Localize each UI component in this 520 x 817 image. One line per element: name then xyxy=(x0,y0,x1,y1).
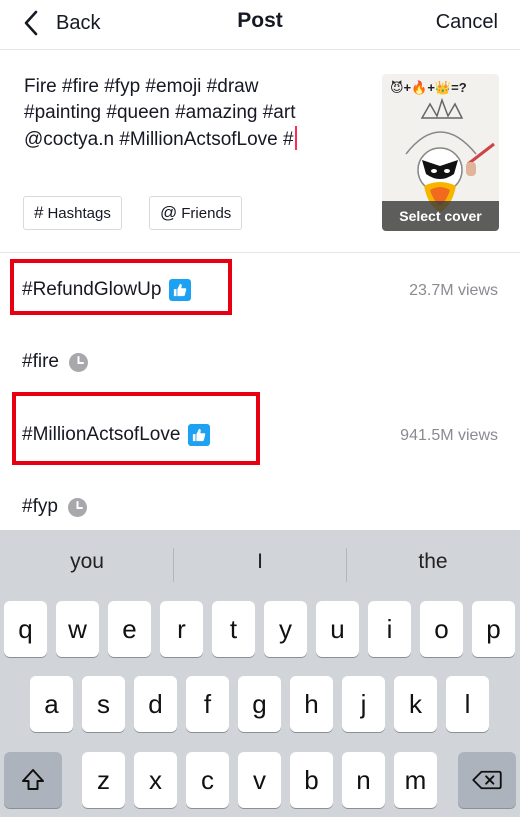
hashtag-label: #MillionActsofLove xyxy=(22,424,181,445)
key[interactable]: n xyxy=(342,752,385,808)
hashtag-suggestion-millionactsoflove[interactable]: #MillionActsofLove xyxy=(22,424,211,446)
key[interactable]: a xyxy=(30,676,73,732)
key[interactable]: m xyxy=(394,752,437,808)
key[interactable]: o xyxy=(420,601,463,657)
key[interactable]: t xyxy=(212,601,255,657)
prediction-divider xyxy=(346,548,347,582)
cover-thumbnail[interactable]: 😈+🔥+👑=? Select cover xyxy=(382,74,499,231)
key[interactable]: l xyxy=(446,676,489,732)
key[interactable]: b xyxy=(290,752,333,808)
delete-key[interactable] xyxy=(458,752,516,808)
caption-input[interactable]: Fire #fire #fyp #emoji #draw #painting #… xyxy=(24,74,364,153)
caption-line: @coctya.n #MillionActsofLove # xyxy=(24,129,294,150)
key[interactable]: c xyxy=(186,752,229,808)
key[interactable]: u xyxy=(316,601,359,657)
prediction-word[interactable]: you xyxy=(2,550,172,574)
text-caret xyxy=(294,126,297,150)
hashtags-button[interactable]: # Hashtags xyxy=(23,196,122,230)
hashtag-label: #fyp xyxy=(22,496,58,517)
key[interactable]: p xyxy=(472,601,515,657)
page-title: Post xyxy=(237,9,283,32)
key[interactable]: z xyxy=(82,752,125,808)
key[interactable]: s xyxy=(82,676,125,732)
key[interactable]: q xyxy=(4,601,47,657)
key[interactable]: y xyxy=(264,601,307,657)
hashtag-suggestion-refundglowup[interactable]: #RefundGlowUp xyxy=(22,279,192,301)
views-count: 23.7M views xyxy=(409,282,498,299)
shift-key[interactable] xyxy=(4,752,62,808)
key[interactable]: f xyxy=(186,676,229,732)
select-cover-button[interactable]: Select cover xyxy=(382,201,499,231)
views-count: 941.5M views xyxy=(400,427,498,444)
chevron-left-icon xyxy=(24,10,38,36)
key[interactable]: h xyxy=(290,676,333,732)
clock-icon xyxy=(67,497,87,517)
back-button[interactable]: Back xyxy=(22,9,100,37)
clock-icon xyxy=(68,352,88,372)
key[interactable]: g xyxy=(238,676,281,732)
key[interactable]: k xyxy=(394,676,437,732)
at-sign-icon: @ xyxy=(160,203,178,222)
backspace-icon xyxy=(472,770,502,790)
prediction-word[interactable]: the xyxy=(348,550,518,574)
cancel-button[interactable]: Cancel xyxy=(436,11,498,34)
thumbs-up-icon xyxy=(169,279,192,301)
shift-icon xyxy=(22,769,44,790)
nav-header: Back Post Cancel xyxy=(0,0,520,50)
back-label: Back xyxy=(56,11,101,34)
key[interactable]: x xyxy=(134,752,177,808)
hashtags-label: Hashtags xyxy=(47,204,111,222)
caption-line: #painting #queen #amazing #art xyxy=(24,102,296,123)
friends-label: Friends xyxy=(181,204,232,222)
hashtag-label: #fire xyxy=(22,351,59,372)
key[interactable]: e xyxy=(108,601,151,657)
hashtag-suggestion-fire[interactable]: #fire xyxy=(22,351,88,373)
key[interactable]: j xyxy=(342,676,385,732)
hashtag-suggestion-fyp[interactable]: #fyp xyxy=(22,496,87,518)
friends-button[interactable]: @ Friends xyxy=(149,196,243,230)
key[interactable]: i xyxy=(368,601,411,657)
key[interactable]: d xyxy=(134,676,177,732)
thumbs-up-icon xyxy=(188,424,211,446)
hashtag-icon: # xyxy=(34,203,44,222)
prediction-word[interactable]: I xyxy=(175,550,345,574)
prediction-divider xyxy=(173,548,174,582)
keyboard: you I the q w e r t y u i o p a s d f g … xyxy=(0,530,520,817)
prediction-bar: you I the xyxy=(0,530,520,600)
caption-line: Fire #fire #fyp #emoji #draw xyxy=(24,76,259,97)
divider xyxy=(0,252,520,253)
hashtag-label: #RefundGlowUp xyxy=(22,279,162,300)
key[interactable]: w xyxy=(56,601,99,657)
key[interactable]: r xyxy=(160,601,203,657)
key[interactable]: v xyxy=(238,752,281,808)
